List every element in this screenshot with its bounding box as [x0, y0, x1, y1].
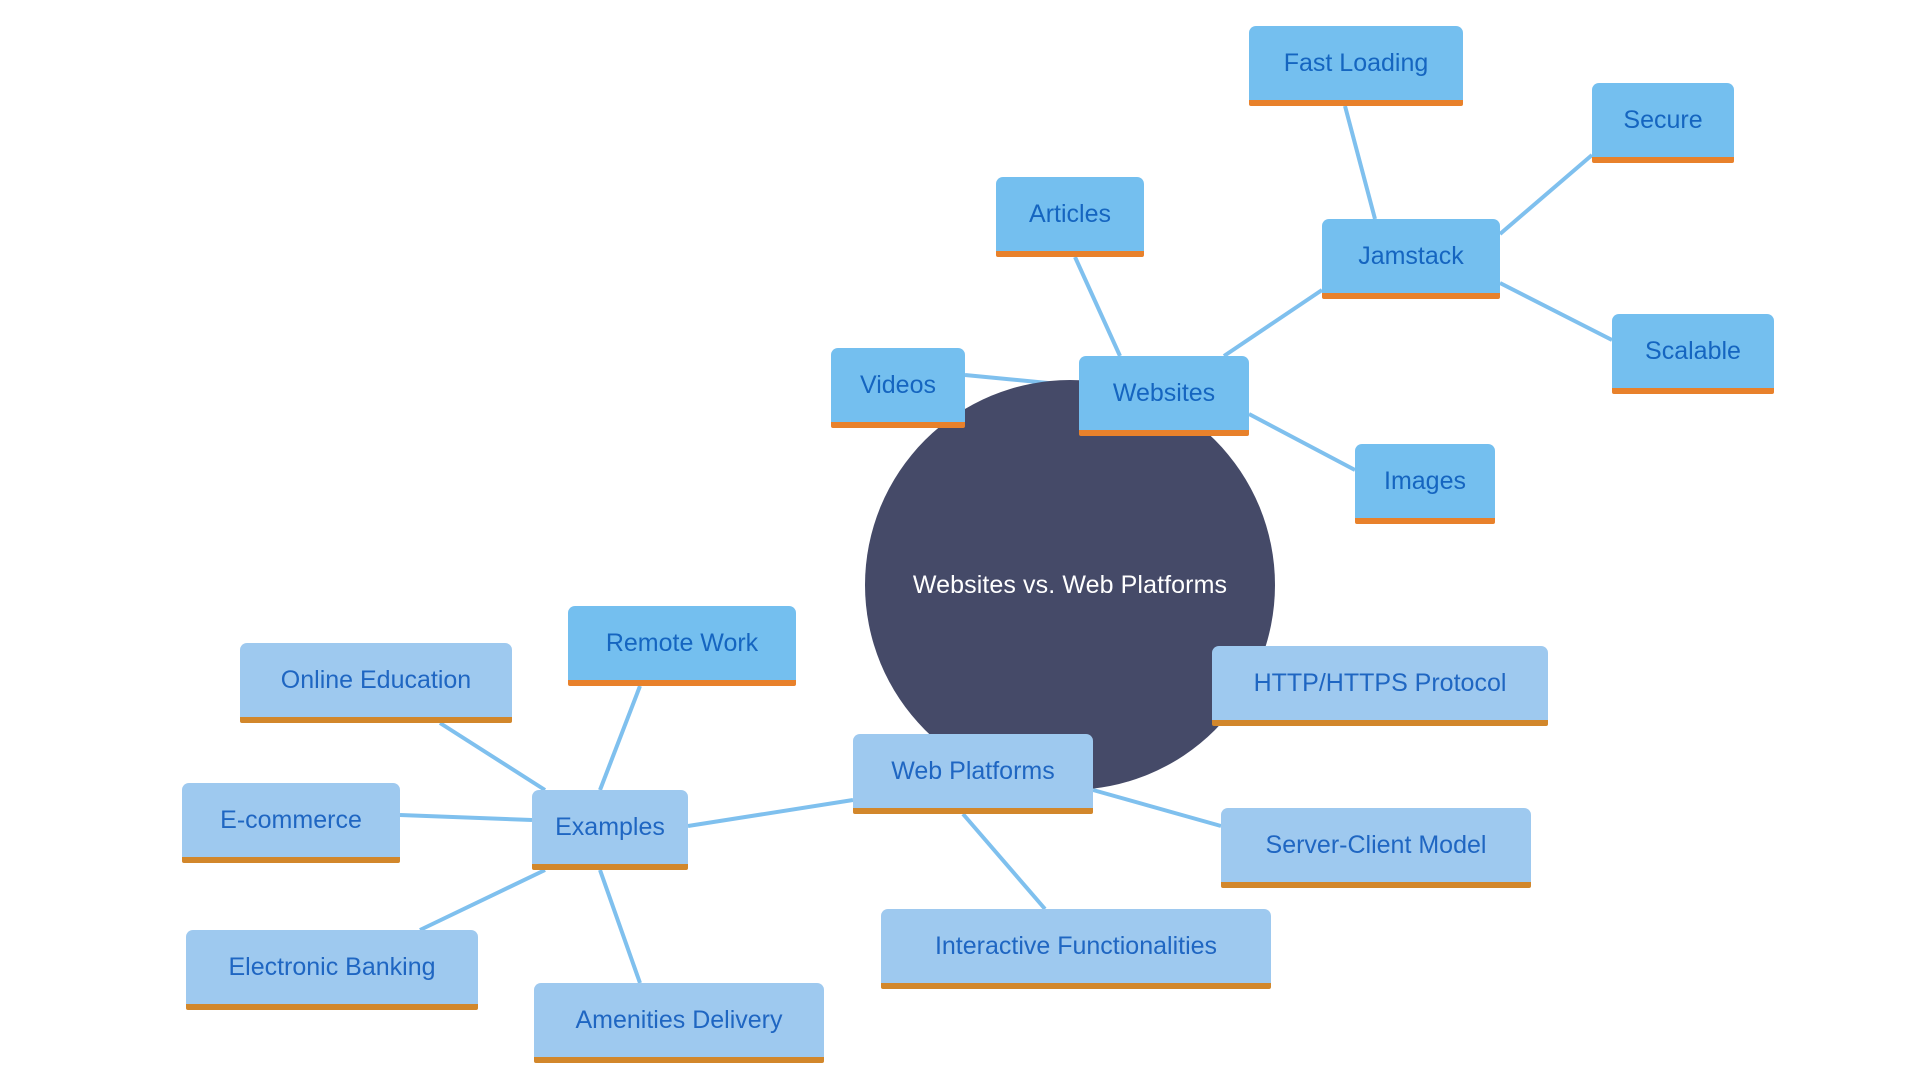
node-label-amenities: Amenities Delivery — [575, 1005, 783, 1034]
node-label-examples: Examples — [555, 812, 665, 841]
edge-jamstack-to-scalable — [1499, 281, 1613, 342]
node-secure[interactable]: Secure — [1592, 83, 1734, 163]
edge-websites-to-articles — [1073, 256, 1122, 357]
central-node[interactable]: Websites vs. Web Platforms — [865, 380, 1275, 790]
node-label-web-platforms: Web Platforms — [891, 756, 1055, 785]
edge-web-platforms-to-server-client — [1092, 788, 1222, 828]
node-label-http-https: HTTP/HTTPS Protocol — [1253, 668, 1507, 697]
node-jamstack[interactable]: Jamstack — [1322, 219, 1500, 299]
edge-examples-to-ecommerce — [399, 813, 533, 822]
node-ecommerce[interactable]: E-commerce — [182, 783, 400, 863]
node-label-ecommerce: E-commerce — [220, 805, 362, 834]
node-e-banking[interactable]: Electronic Banking — [186, 930, 478, 1010]
node-label-scalable: Scalable — [1645, 336, 1741, 365]
node-videos[interactable]: Videos — [831, 348, 965, 428]
edge-websites-to-jamstack — [1222, 288, 1324, 358]
node-online-edu[interactable]: Online Education — [240, 643, 512, 723]
node-label-images: Images — [1384, 466, 1466, 495]
node-websites[interactable]: Websites — [1079, 356, 1249, 436]
node-label-e-banking: Electronic Banking — [228, 952, 436, 981]
node-amenities[interactable]: Amenities Delivery — [534, 983, 824, 1063]
edge-websites-to-images — [1248, 412, 1356, 472]
node-label-online-edu: Online Education — [280, 665, 472, 694]
edge-examples-to-remote-work — [598, 685, 642, 791]
edge-jamstack-to-fast-loading — [1343, 105, 1377, 220]
node-web-platforms[interactable]: Web Platforms — [853, 734, 1093, 814]
edge-examples-to-e-banking — [419, 868, 546, 932]
node-http-https[interactable]: HTTP/HTTPS Protocol — [1212, 646, 1548, 726]
edge-examples-to-amenities — [598, 869, 642, 984]
node-label-server-client: Server-Client Model — [1265, 830, 1487, 859]
node-label-articles: Articles — [1029, 199, 1111, 228]
node-label-remote-work: Remote Work — [605, 628, 759, 657]
central-node-label: Websites vs. Web Platforms — [912, 570, 1228, 599]
mindmap-canvas: Websites vs. Web Platforms Fast Loading S… — [0, 0, 1920, 1080]
node-server-client[interactable]: Server-Client Model — [1221, 808, 1531, 888]
node-label-jamstack: Jamstack — [1358, 241, 1464, 270]
node-images[interactable]: Images — [1355, 444, 1495, 524]
edge-web-platforms-to-interactive — [961, 812, 1047, 911]
node-remote-work[interactable]: Remote Work — [568, 606, 796, 686]
node-interactive[interactable]: Interactive Functionalities — [881, 909, 1271, 989]
node-label-videos: Videos — [860, 370, 936, 399]
node-label-secure: Secure — [1623, 105, 1703, 134]
edge-jamstack-to-secure — [1498, 153, 1594, 236]
node-label-websites: Websites — [1112, 378, 1216, 407]
node-fast-loading[interactable]: Fast Loading — [1249, 26, 1463, 106]
node-label-fast-loading: Fast Loading — [1283, 48, 1429, 77]
node-examples[interactable]: Examples — [532, 790, 688, 870]
edge-web-platforms-to-examples — [687, 798, 854, 828]
edge-examples-to-online-edu — [438, 721, 547, 792]
node-scalable[interactable]: Scalable — [1612, 314, 1774, 394]
node-label-interactive: Interactive Functionalities — [934, 931, 1218, 960]
node-articles[interactable]: Articles — [996, 177, 1144, 257]
